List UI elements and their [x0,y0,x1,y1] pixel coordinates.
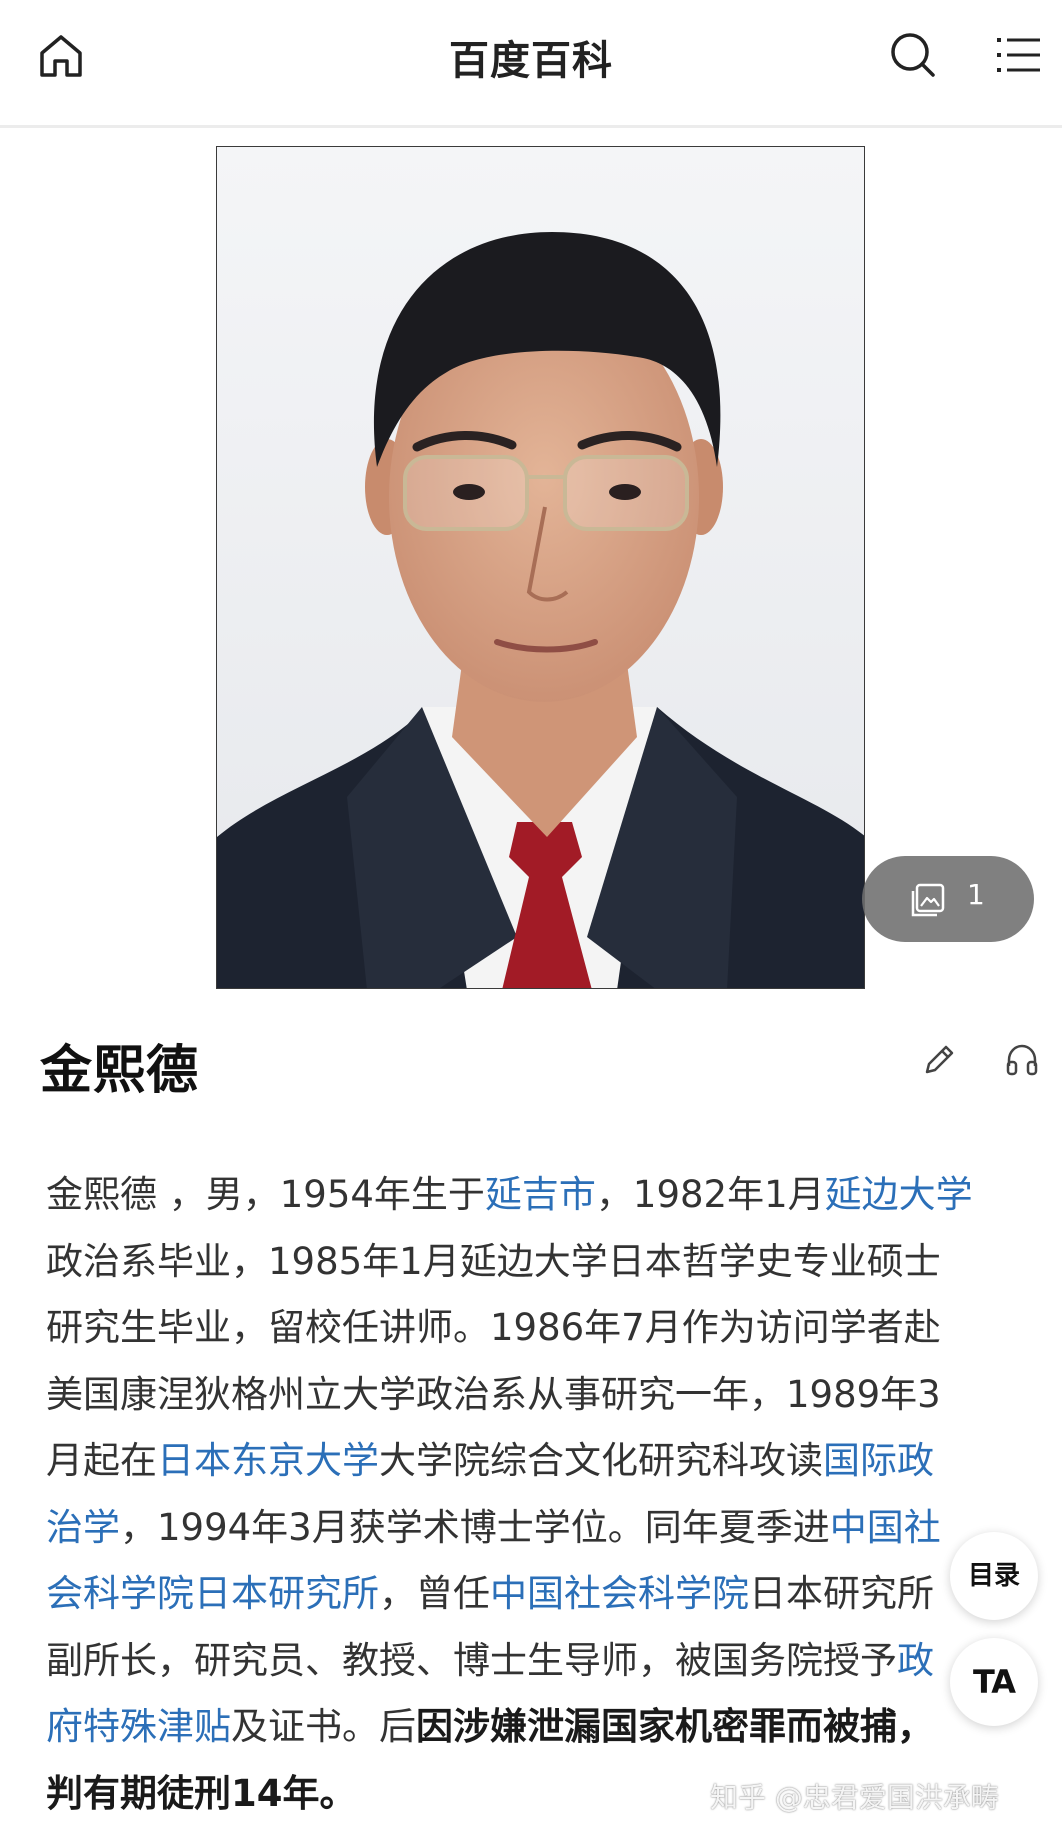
portrait-photo[interactable] [216,146,865,989]
entry-link[interactable]: 日本东京大学 [157,1439,379,1482]
entry-link[interactable]: 延边大学 [825,1173,973,1216]
paragraph-text: 大学院综合文化研究科攻读 [379,1439,823,1482]
pencil-icon[interactable] [921,1042,957,1078]
paragraph-text: 及证书。后 [231,1705,416,1748]
entry-summary-paragraph: 金熙德 ，男，1954年生于延吉市，1982年1月延边大学政治系毕业，1985年… [46,1162,1036,1827]
paragraph-text: 美国康涅狄格州立大学政治系从事研究一年，1989年3 [46,1373,941,1416]
table-of-contents-button[interactable]: 目录 [950,1532,1038,1620]
paragraph-text: 研究生毕业，留校任讲师。1986年7月作为访问学者赴 [46,1306,941,1349]
paragraph-text: 日本研究所 [749,1572,934,1615]
paragraph-line: 会科学院日本研究所，曾任中国社会科学院日本研究所 [46,1561,1036,1628]
paragraph-line: 月起在日本东京大学大学院综合文化研究科攻读国际政 [46,1428,1036,1495]
paragraph-text: 副所长，研究员、教授、博士生导师，被国务院授予 [46,1639,897,1682]
image-gallery-icon [910,882,946,918]
top-navigation-bar: 百度百科 [0,0,1062,128]
paragraph-text: ，1994年3月获学术博士学位。同年夏季进 [120,1506,830,1549]
entry-title: 金熙德 [40,1028,199,1103]
paragraph-line: 治学，1994年3月获学术博士学位。同年夏季进中国社 [46,1495,1036,1562]
portrait-illustration [217,147,865,989]
entry-link[interactable]: 中国社 [830,1506,941,1549]
paragraph-line: 府特殊津贴及证书。后因涉嫌泄漏国家机密罪而被捕， [46,1694,1036,1761]
menu-icon[interactable] [996,32,1042,78]
gallery-count: 1 [967,878,985,911]
paragraph-text: 金熙德 ，男，1954年生于 [46,1173,485,1216]
paragraph-line: 美国康涅狄格州立大学政治系从事研究一年，1989年3 [46,1362,1036,1429]
paragraph-text: 月起在 [46,1439,157,1482]
paragraph-line: 研究生毕业，留校任讲师。1986年7月作为访问学者赴 [46,1295,1036,1362]
paragraph-text: ，1982年1月 [596,1173,825,1216]
paragraph-line: 政治系毕业，1985年1月延边大学日本哲学史专业硕士 [46,1229,1036,1296]
entry-link[interactable]: 中国社会科学院 [490,1572,749,1615]
entry-link[interactable]: 府特殊津贴 [46,1705,231,1748]
paragraph-line: 副所长，研究员、教授、博士生导师，被国务院授予政 [46,1628,1036,1695]
emphasized-text: 因涉嫌泄漏国家机密罪而被捕， [416,1705,934,1748]
paragraph-text: 政治系毕业，1985年1月延边大学日本哲学史专业硕士 [46,1240,941,1283]
gallery-count-badge[interactable]: 1 [862,856,1034,942]
entry-link[interactable]: 政 [897,1639,934,1682]
zhihu-watermark: 知乎 @忠君爱国洪承畴 [710,1776,999,1816]
paragraph-text: ，曾任 [379,1572,490,1615]
search-icon[interactable] [888,30,938,80]
emphasized-text: 判有期徒刑14年。 [46,1772,357,1815]
font-size-button[interactable]: TA [950,1638,1038,1726]
entry-link[interactable]: 会科学院日本研究所 [46,1572,379,1615]
entry-link[interactable]: 延吉市 [485,1173,596,1216]
headphones-icon[interactable] [1004,1042,1040,1078]
entry-link[interactable]: 治学 [46,1506,120,1549]
paragraph-line: 金熙德 ，男，1954年生于延吉市，1982年1月延边大学 [46,1162,1036,1229]
entry-link[interactable]: 国际政 [823,1439,934,1482]
